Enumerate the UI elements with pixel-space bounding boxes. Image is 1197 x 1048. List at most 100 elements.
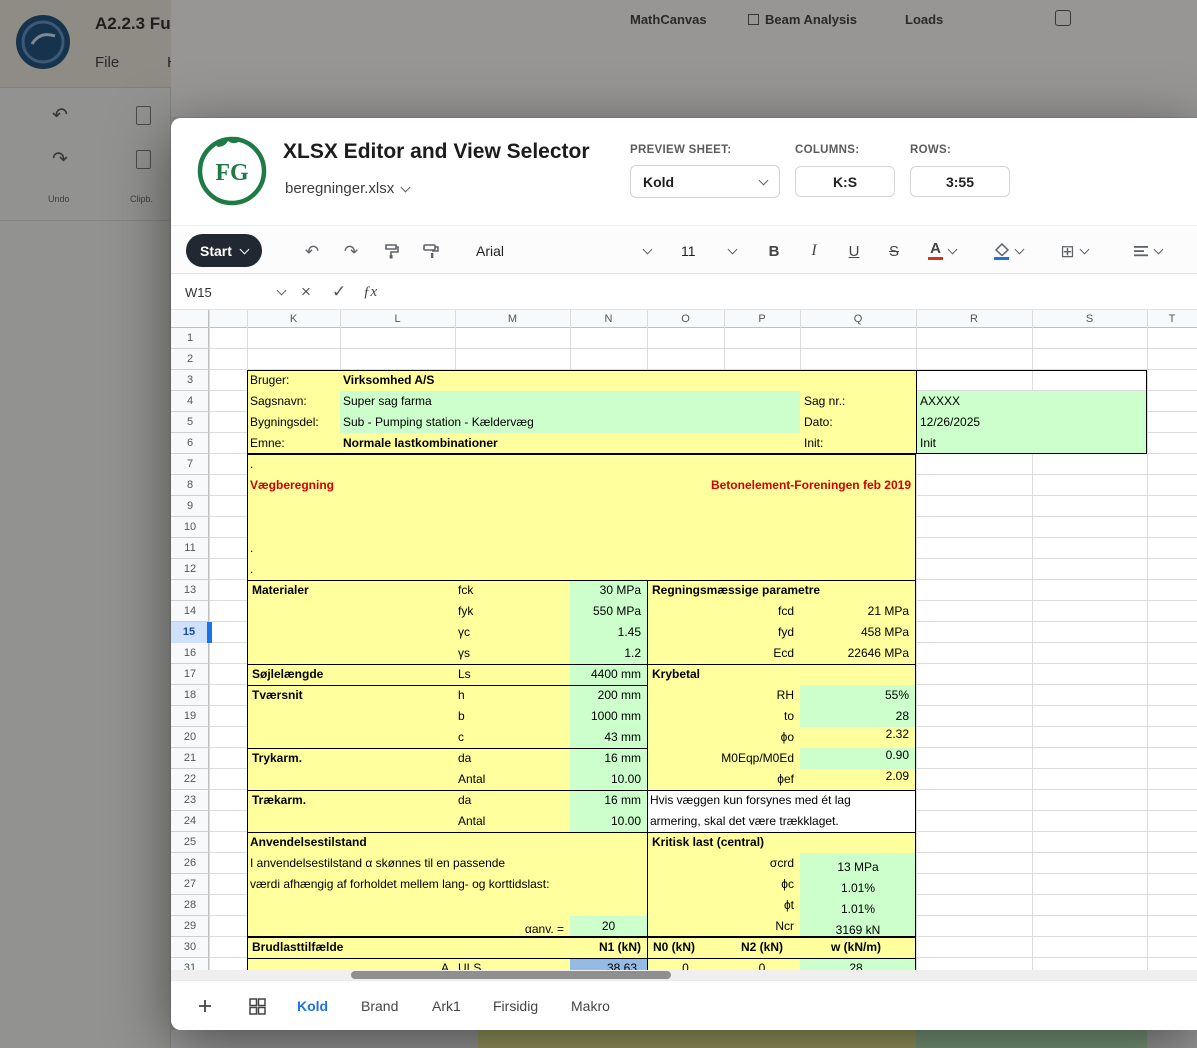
row-header-16[interactable]: 16	[171, 643, 209, 664]
cell[interactable]: RH	[724, 685, 797, 706]
cell[interactable]: fyd	[724, 622, 797, 643]
cell[interactable]: Sag nr.:	[804, 391, 845, 412]
cell[interactable]: 55%	[800, 685, 912, 706]
file-name-dropdown[interactable]: beregninger.xlsx	[285, 180, 409, 197]
bold-button[interactable]: B	[759, 236, 789, 266]
row-header-12[interactable]: 12	[171, 559, 209, 580]
cell[interactable]: 458 MPa	[800, 622, 912, 643]
cell[interactable]: da	[458, 790, 471, 811]
column-header-T[interactable]: T	[1147, 310, 1197, 328]
font-size-select[interactable]: 11	[671, 236, 746, 266]
cell[interactable]: 550 MPa	[570, 601, 644, 622]
cell[interactable]: to	[724, 706, 797, 727]
cell[interactable]: 1.45	[570, 622, 644, 643]
cell[interactable]: 43 mm	[570, 727, 644, 748]
row-header-17[interactable]: 17	[171, 664, 209, 685]
row-header-10[interactable]: 10	[171, 517, 209, 538]
row-header-22[interactable]: 22	[171, 769, 209, 790]
cell[interactable]: Emne:	[250, 433, 285, 454]
cell[interactable]: 2.09	[800, 766, 912, 787]
row-header-7[interactable]: 7	[171, 454, 209, 475]
cell[interactable]: Dato:	[804, 412, 833, 433]
cell[interactable]: AXXXX	[920, 391, 960, 412]
cell[interactable]: Sagsnavn:	[250, 391, 307, 412]
cell[interactable]: N1 (kN)	[570, 937, 644, 958]
column-header-R[interactable]: R	[916, 310, 1032, 328]
cancel-entry-button[interactable]: ×	[301, 274, 311, 310]
cell[interactable]: Vægberegning	[250, 475, 334, 496]
cell[interactable]: 200 mm	[570, 685, 644, 706]
cell[interactable]: h	[458, 685, 465, 706]
column-header-Q[interactable]: Q	[800, 310, 916, 328]
cell[interactable]: w (kN/m)	[800, 937, 912, 958]
cell[interactable]: Init:	[804, 433, 823, 454]
undo-button[interactable]: ↶	[297, 236, 327, 266]
rows-input[interactable]	[910, 166, 1010, 197]
underline-button[interactable]: U	[839, 236, 869, 266]
sheet-grid[interactable]: KLMNOPQRST123456789101112131415161718192…	[171, 310, 1197, 980]
cell[interactable]: 2.32	[800, 724, 912, 745]
row-header-18[interactable]: 18	[171, 685, 209, 706]
cell[interactable]: 4400 mm	[570, 664, 644, 685]
paint-roller-button[interactable]	[416, 236, 446, 266]
cell[interactable]: armering, skal det være trækklaget.	[650, 811, 839, 832]
strikethrough-button[interactable]: S	[879, 236, 909, 266]
cell[interactable]: N2 (kN)	[724, 937, 800, 958]
cell[interactable]: 1.01%	[800, 899, 916, 920]
cell[interactable]: 1000 mm	[570, 706, 644, 727]
cell[interactable]: 1.2	[570, 643, 644, 664]
column-header-S[interactable]: S	[1032, 310, 1147, 328]
row-header-27[interactable]: 27	[171, 874, 209, 895]
cell[interactable]: Antal	[458, 811, 485, 832]
cell[interactable]: .	[250, 454, 253, 475]
sheet-tab-kold[interactable]: Kold	[297, 981, 328, 1030]
sheet-tab-firsidig[interactable]: Firsidig	[493, 981, 538, 1030]
cell[interactable]: 16 mm	[570, 790, 644, 811]
preview-sheet-select[interactable]: Kold	[630, 165, 780, 198]
cell[interactable]: Anvendelsestilstand	[250, 832, 367, 853]
name-box[interactable]: W15	[185, 274, 285, 310]
cell[interactable]: ϕt	[724, 895, 797, 916]
cell[interactable]: Sub - Pumping station - Kældervæg	[343, 412, 534, 433]
column-header-N[interactable]: N	[570, 310, 647, 328]
horizontal-scrollbar[interactable]	[171, 970, 1197, 980]
cell[interactable]: fcd	[724, 601, 797, 622]
cell[interactable]: Bygningsdel:	[250, 412, 319, 433]
row-header-2[interactable]: 2	[171, 349, 209, 370]
cell[interactable]: .	[250, 538, 253, 559]
row-header-30[interactable]: 30	[171, 937, 209, 958]
row-header-6[interactable]: 6	[171, 433, 209, 454]
cell[interactable]: Ecd	[724, 643, 797, 664]
cell[interactable]: Init	[920, 433, 936, 454]
cell[interactable]: σcrd	[724, 853, 797, 874]
column-header-M[interactable]: M	[455, 310, 570, 328]
cell[interactable]: 22646 MPa	[800, 643, 912, 664]
row-header-5[interactable]: 5	[171, 412, 209, 433]
cell[interactable]: N0 (kN)	[653, 937, 695, 958]
row-header-20[interactable]: 20	[171, 727, 209, 748]
cell[interactable]: 10.00	[570, 811, 644, 832]
cell[interactable]: Trækarm.	[252, 790, 306, 811]
cell[interactable]: Antal	[458, 769, 485, 790]
cell[interactable]: Trykarm.	[252, 748, 302, 769]
cell[interactable]: αanv. =	[470, 919, 567, 940]
column-header-L[interactable]: L	[340, 310, 455, 328]
format-painter-button[interactable]	[376, 236, 406, 266]
cell[interactable]: fck	[458, 580, 473, 601]
cell[interactable]: c	[458, 727, 464, 748]
fill-color-button[interactable]	[985, 236, 1031, 266]
select-all-corner[interactable]	[171, 310, 209, 328]
row-header-15[interactable]: 15	[171, 622, 209, 643]
row-header-21[interactable]: 21	[171, 748, 209, 769]
text-color-button[interactable]: A	[919, 236, 965, 266]
cell[interactable]: Betonelement-Foreningen feb 2019	[670, 475, 914, 496]
cell[interactable]: Ls	[458, 664, 471, 685]
cell[interactable]: γc	[458, 622, 470, 643]
row-header-13[interactable]: 13	[171, 580, 209, 601]
row-header-26[interactable]: 26	[171, 853, 209, 874]
row-header-1[interactable]: 1	[171, 328, 209, 349]
sheet-tab-makro[interactable]: Makro	[571, 981, 610, 1030]
cell[interactable]: 1.01%	[800, 878, 916, 899]
cell[interactable]: Hvis væggen kun forsynes med ét lag	[650, 790, 851, 811]
row-header-24[interactable]: 24	[171, 811, 209, 832]
